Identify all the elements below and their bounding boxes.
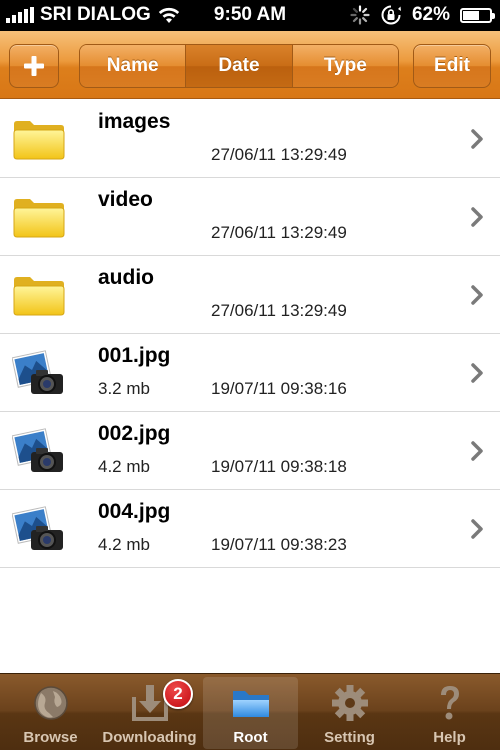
battery-icon — [460, 7, 495, 23]
file-name: audio — [98, 266, 154, 289]
status-right: 62% — [350, 4, 495, 26]
tab-root[interactable]: Root — [203, 677, 298, 749]
status-bar: SRI DIALOG 9:50 AM 62% — [0, 0, 500, 31]
file-row-audio[interactable]: audio 27/06/11 13:29:49 — [0, 256, 500, 334]
sort-by-type-button[interactable]: Type — [292, 45, 398, 87]
file-date: 27/06/11 13:29:49 — [211, 301, 347, 320]
file-date: 27/06/11 13:29:49 — [211, 145, 347, 164]
file-row-001-jpg[interactable]: 001.jpg 3.2 mb 19/07/11 09:38:16 — [0, 334, 500, 412]
chevron-right-icon — [471, 519, 483, 539]
chevron-right-icon — [471, 129, 483, 149]
tab-label: Setting — [324, 729, 375, 746]
question-icon — [440, 686, 459, 720]
file-name: images — [98, 110, 171, 133]
image-file-icon — [12, 506, 63, 550]
image-file-icon — [12, 350, 63, 394]
tab-help[interactable]: Help — [402, 677, 497, 749]
sort-segmented-control: Name Date Type — [79, 44, 399, 88]
edit-button[interactable]: Edit — [413, 44, 491, 88]
tab-label: Root — [233, 729, 268, 746]
tab-label: Downloading — [102, 729, 197, 746]
rotation-lock-icon — [381, 5, 401, 25]
file-row-video[interactable]: video 27/06/11 13:29:49 — [0, 178, 500, 256]
chevron-right-icon — [471, 285, 483, 305]
file-name: video — [98, 188, 153, 211]
file-list: images 27/06/11 13:29:49 video 27/06/11 … — [0, 100, 500, 568]
file-date: 19/07/11 09:38:16 — [211, 379, 347, 398]
file-row-004-jpg[interactable]: 004.jpg 4.2 mb 19/07/11 09:38:23 — [0, 490, 500, 568]
battery-level — [463, 10, 480, 20]
chevron-right-icon — [471, 441, 483, 461]
folder-icon — [13, 199, 65, 238]
file-row-002-jpg[interactable]: 002.jpg 4.2 mb 19/07/11 09:38:18 — [0, 412, 500, 490]
sort-by-name-button[interactable]: Name — [80, 45, 187, 87]
tab-label: Browse — [23, 729, 78, 746]
image-file-icon — [12, 428, 63, 472]
file-date: 19/07/11 09:38:23 — [211, 535, 347, 554]
tab-setting[interactable]: Setting — [302, 677, 397, 749]
file-date: 19/07/11 09:38:18 — [211, 457, 347, 476]
folder-icon — [13, 121, 65, 160]
battery-percent: 62% — [411, 4, 450, 25]
file-row-images[interactable]: images 27/06/11 13:29:49 — [0, 100, 500, 178]
chevron-right-icon — [471, 363, 483, 383]
file-name: 002.jpg — [98, 422, 171, 445]
file-size: 3.2 mb — [98, 379, 150, 398]
plus-icon — [24, 56, 44, 76]
tab-label: Help — [433, 729, 466, 746]
tab-browse[interactable]: Browse — [3, 677, 98, 749]
file-name: 001.jpg — [98, 344, 171, 367]
folder-icon — [13, 277, 65, 316]
sort-by-date-button[interactable]: Date — [186, 45, 293, 87]
file-name: 004.jpg — [98, 500, 171, 523]
add-button[interactable] — [9, 44, 59, 88]
file-size: 4.2 mb — [98, 457, 150, 476]
chevron-right-icon — [471, 207, 483, 227]
globe-icon — [33, 686, 68, 720]
activity-spinner-icon — [350, 5, 370, 25]
folder-icon — [232, 691, 269, 717]
gear-icon — [331, 685, 368, 721]
file-date: 27/06/11 13:29:49 — [211, 223, 347, 242]
file-size: 4.2 mb — [98, 535, 150, 554]
toolbar: Name Date Type Edit — [0, 31, 500, 99]
tab-bar: Browse Downloading Root Setting Help 2 — [0, 673, 500, 750]
download-count-badge: 2 — [163, 679, 193, 709]
